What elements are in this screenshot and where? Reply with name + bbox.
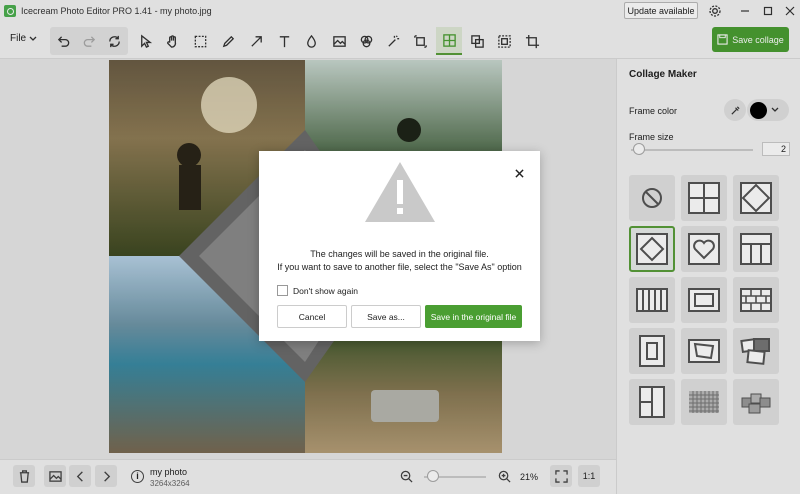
save-confirm-dialog: The changes will be saved in the origina… <box>259 151 540 341</box>
save-as-button[interactable]: Save as... <box>351 305 421 328</box>
save-original-button[interactable]: Save in the original file <box>425 305 522 328</box>
dialog-message-line-2: If you want to save to another file, sel… <box>277 262 522 272</box>
warning-icon <box>363 160 437 227</box>
dont-show-again-label: Don't show again <box>293 285 358 296</box>
checkbox-box[interactable] <box>277 285 288 296</box>
cancel-button[interactable]: Cancel <box>277 305 347 328</box>
close-icon[interactable] <box>511 165 527 181</box>
dialog-message-line-1: The changes will be saved in the origina… <box>310 249 489 259</box>
dont-show-again-checkbox[interactable]: Don't show again <box>277 285 358 296</box>
